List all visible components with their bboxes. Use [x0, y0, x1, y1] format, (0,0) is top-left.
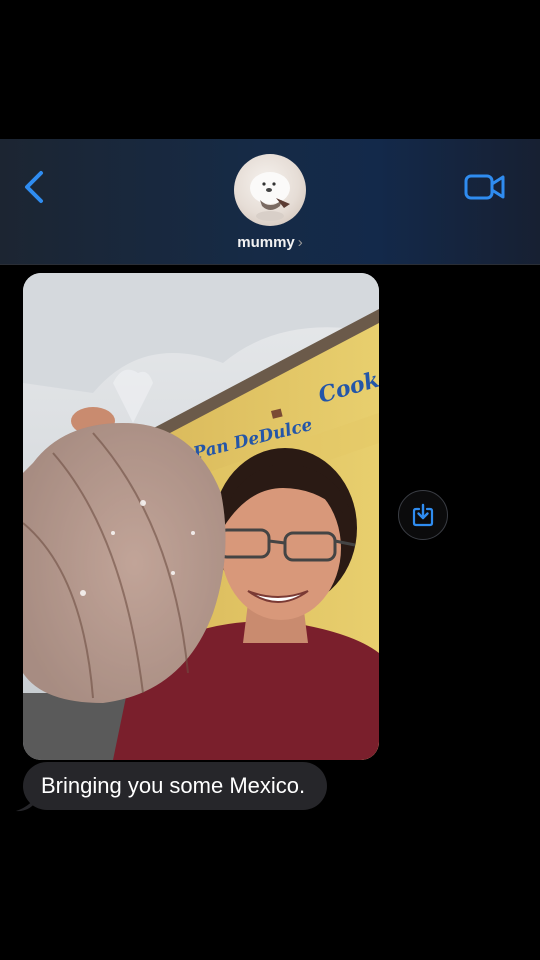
video-camera-icon — [464, 174, 505, 200]
message-text: Bringing you some Mexico. — [41, 773, 306, 798]
text-message[interactable]: Bringing you some Mexico. — [23, 762, 328, 810]
contact-name-label: mummy — [237, 234, 295, 251]
save-photo-button[interactable] — [398, 490, 448, 540]
facetime-video-button[interactable] — [463, 172, 509, 202]
back-button[interactable] — [20, 170, 50, 204]
chevron-right-icon: › — [297, 234, 303, 251]
chevron-left-icon — [25, 171, 43, 203]
contact-name[interactable]: mummy › — [0, 234, 540, 251]
avatar[interactable] — [234, 154, 306, 226]
photo-message[interactable]: Pan DeDulce ias Cook — [23, 273, 379, 760]
conversation-header: mummy › — [0, 139, 540, 265]
photo-image: Pan DeDulce ias Cook — [23, 273, 379, 760]
avatar-image — [250, 172, 290, 221]
save-to-photos-icon — [412, 503, 434, 527]
